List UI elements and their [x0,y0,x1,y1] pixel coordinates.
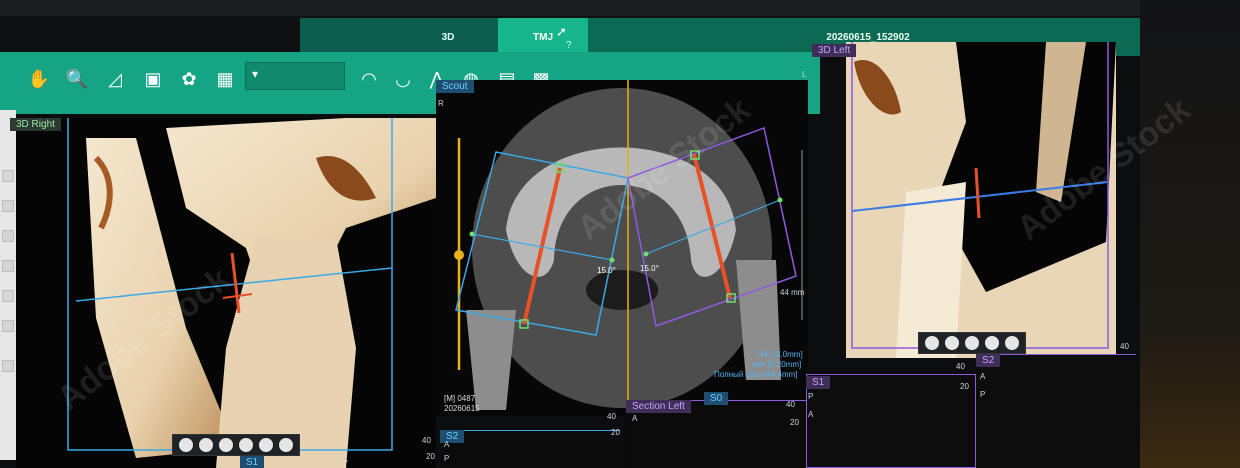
hand-icon[interactable]: ✋ [22,62,56,96]
ruler-letter: A [980,372,986,381]
mini-tool-icon[interactable] [259,438,273,452]
mini-tool-icon[interactable] [219,438,233,452]
ruler-number: 40 [1120,342,1129,351]
ruler-letter: A [808,410,814,419]
tab-3d[interactable]: 3D [398,18,498,56]
rail-button[interactable] [2,290,14,302]
label-section-left: Section Left [626,400,691,413]
window-title: 20260615_152902 [826,31,910,43]
info-line-3: Полный срез [44.4mm] [714,370,798,379]
left-orange-marker[interactable] [230,252,241,314]
angle-tool-2-icon[interactable]: ◡ [386,62,420,96]
rail-button[interactable] [2,320,14,332]
rail-button[interactable] [2,230,14,242]
view-dropdown[interactable]: ▾ [245,62,345,90]
ruler-number: 20 [611,428,620,437]
panel-title-scout: Scout [436,80,474,93]
ruler-number: 40 [956,362,965,371]
rail-button[interactable] [2,200,14,212]
mini-tool-icon[interactable] [925,336,939,350]
ruler-letter: A [632,414,638,423]
mini-tool-icon[interactable] [199,438,213,452]
info-line-1: TMJ [3.0mm] [756,350,803,359]
mini-tool-icon[interactable] [1005,336,1019,350]
scale-label: 44 mm [780,288,805,297]
angle-label-right: 15.0° [640,264,659,273]
ruler-letter: P [980,390,986,399]
ruler-number: 40 [422,436,431,445]
tab-tmj[interactable]: TMJ [498,18,588,56]
patient-id: [M] 0487 [444,394,476,403]
handle-point[interactable] [469,231,475,237]
panel-title-3d-right: 3D Right [10,118,61,131]
mini-toolbar-right [918,332,1026,354]
orientation-label-r: R [438,99,444,108]
rail-button[interactable] [2,360,14,372]
label-s1-left: S1 [240,456,265,468]
tab-tmj-label: TMJ [533,31,553,43]
teeth-view-icon[interactable]: ✿ [172,62,206,96]
ruler-letter: P [808,392,814,401]
label-s1-right: S1 [806,376,831,389]
mini-tool-icon[interactable] [279,438,293,452]
mini-tool-icon[interactable] [985,336,999,350]
section-panel-s2[interactable] [440,430,620,468]
camera-icon[interactable]: ▣ [136,62,170,96]
right-orange-marker[interactable] [974,167,981,219]
ruler-number: 20 [960,382,969,391]
magnifier-icon[interactable]: 🔍 [60,62,94,96]
patient-date: 20260615 [444,404,480,413]
orientation-label-l: L [802,70,807,79]
grid-view-icon[interactable]: ▦ [208,62,242,96]
ruler-letter: A [444,440,450,449]
mini-toolbar-left [172,434,300,456]
mini-tool-icon[interactable] [965,336,979,350]
handle-point[interactable] [777,197,783,203]
panel-title-3d-left: 3D Left [812,44,857,57]
mini-tool-icon[interactable] [179,438,193,452]
triangle-ruler-icon[interactable]: ◿ [98,62,132,96]
mini-tool-icon[interactable] [945,336,959,350]
tab-3d-label: 3D [441,31,455,43]
mini-tool-icon[interactable] [239,438,253,452]
dropdown-chevron-icon: ▾ [252,67,259,81]
tab-blank[interactable] [300,18,398,56]
side-rail [0,110,16,460]
mouse-cursor-icon: ➚ [556,24,567,39]
yellow-scroll-handle[interactable] [454,250,464,260]
chevron-down-icon[interactable]: ⌄ [340,452,350,466]
angle-tool-1-icon[interactable]: ◠ [352,62,386,96]
info-line-2: мм² [0.20mm] [752,360,802,369]
rail-button[interactable] [2,170,14,182]
handle-point[interactable] [643,251,649,257]
ruler-number: 40 [786,400,795,409]
ruler-number: 40 [607,412,616,421]
help-icon[interactable]: ? [566,40,572,51]
label-s0: S0 [704,392,729,405]
angle-label-left: 15.0° [597,266,616,275]
rail-button[interactable] [2,260,14,272]
ruler-number: 20 [790,418,799,427]
monitor-right-bezel [1140,0,1240,468]
section-panel-s1[interactable] [806,374,976,468]
section-panel-s2-right[interactable] [976,354,1136,468]
ruler-number: 20 [426,452,435,461]
label-s2-right: S2 [976,354,1001,367]
ruler-letter: P [444,454,450,463]
handle-point[interactable] [609,257,615,263]
